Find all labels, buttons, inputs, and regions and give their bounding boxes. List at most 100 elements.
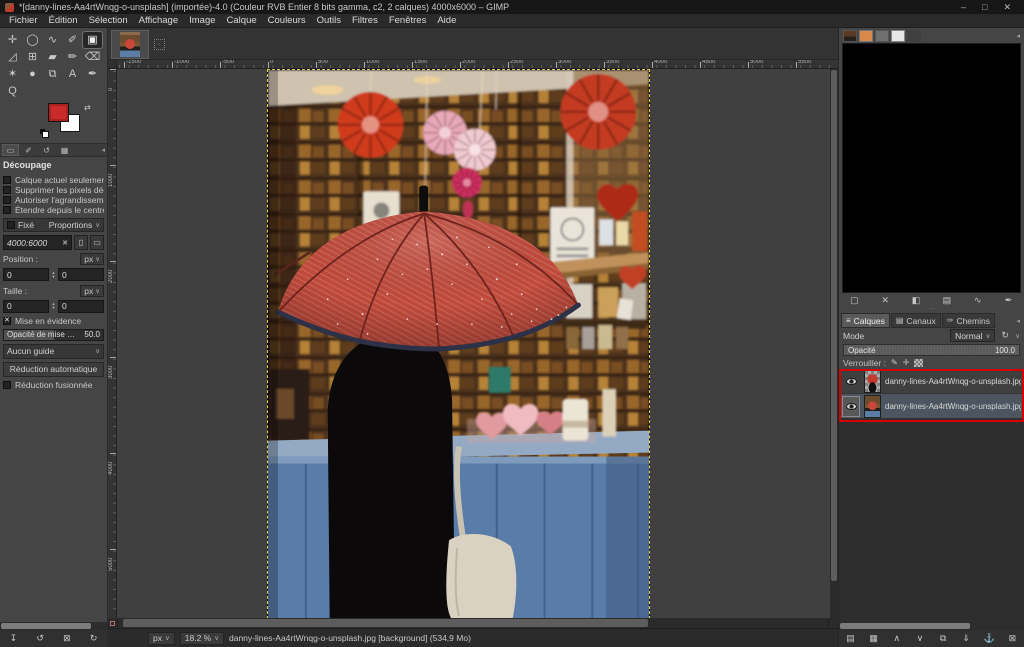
new-group-button[interactable]: ▦ [867,634,881,643]
dock-tab-pattern[interactable] [859,30,873,42]
menu-item-filtres[interactable]: Filtres [347,15,383,26]
foreground-color-swatch[interactable] [48,103,69,122]
menu-item-calque[interactable]: Calque [222,15,262,26]
checkbox-supprimer-les-pixels-de-coupe-s[interactable] [3,186,11,194]
size-x-input[interactable]: 0 [3,300,49,313]
visibility-cell[interactable] [842,371,860,392]
highlight-opacity-slider[interactable]: Opacité de mise en ... 50.0 [3,329,104,341]
layer-opacity-slider[interactable]: Opacité 100.0 [843,344,1020,356]
ink-tool[interactable]: ✒ [83,66,102,82]
crop-tool[interactable]: ▣ [83,32,102,48]
position-unit-combo[interactable]: px ∨ [80,253,104,265]
fixed-ratio-combo[interactable]: Fixé Proportions ∨ [3,218,104,232]
zoom-tool[interactable]: Q [3,83,22,99]
close-button[interactable]: ✕ [1003,2,1011,13]
menu-item-affichage[interactable]: Affichage [134,15,183,26]
airbrush-tool[interactable]: ✶ [3,66,22,82]
duplicate-layer-button[interactable]: ⧉ [936,634,950,643]
spinner-icon[interactable]: ▴▾ [50,302,57,310]
menu-item-outils[interactable]: Outils [312,15,346,26]
bucket-fill-tool[interactable]: ▰ [43,49,62,65]
shear-tool[interactable]: ◿ [3,49,22,65]
images-tab[interactable]: ▦ [56,144,73,156]
vertical-scrollbar[interactable] [830,69,838,618]
delete-tool-preset-button[interactable]: ⊠ [60,634,74,643]
select-all-button[interactable]: ▢ [847,296,861,305]
dock-menu-icon[interactable]: ◂ [1016,317,1022,325]
menu-item-fene-tres[interactable]: Fenêtres [384,15,432,26]
layer-row[interactable]: danny-lines-Aa4rtWnqg-o-unsplash.jpg [fo… [839,369,1024,394]
canvas-viewport[interactable] [117,69,830,618]
invert-selection-button[interactable]: ◧ [909,296,923,305]
menu-item-aide[interactable]: Aide [432,15,461,26]
chevron-down-icon[interactable]: ∨ [1015,332,1020,340]
navigation-button[interactable] [828,618,838,628]
eye-icon[interactable] [846,403,857,410]
fixed-checkbox[interactable] [7,221,15,229]
device-status-tab[interactable]: ✐ [20,144,37,156]
horizontal-ruler[interactable]: -1500-1000-50005001000150020002500300035… [117,60,838,69]
dock-menu-icon[interactable]: ◂ [1016,32,1020,40]
dockable-drop-target-icon[interactable]: ◦ [154,39,165,50]
ruler-corner[interactable] [108,60,117,69]
menu-item-se-lection[interactable]: Sélection [84,15,133,26]
lock-position-icon[interactable]: ✛ [903,358,910,367]
checkbox-autoriser-l-agrandissement[interactable] [3,196,11,204]
horizontal-scrollbar[interactable] [118,618,828,628]
portrait-orientation-button[interactable]: ▯ [74,235,88,249]
image-tab[interactable] [111,30,149,59]
default-colors-icon[interactable] [40,129,49,138]
new-layer-button[interactable]: ▤ [844,634,858,643]
dock-tab-document[interactable] [891,30,905,42]
shrink-merged-checkbox[interactable] [3,381,11,389]
pencil-tool[interactable]: ✏ [63,49,82,65]
ratio-input[interactable]: 4000:6000 ✖ [3,235,72,249]
raise-layer-button[interactable]: ∧ [890,634,904,643]
lock-pixels-icon[interactable]: ✎ [891,358,898,367]
unified-transform-tool[interactable]: ⊞ [23,49,42,65]
stroke-selection-button[interactable]: ✒ [1002,296,1016,305]
dock-tab-gradient[interactable] [875,30,889,42]
menu-item-image[interactable]: Image [184,15,220,26]
dock-tab-image-thumbnail[interactable] [843,30,857,42]
mode-switch-button[interactable]: ↻ [998,331,1012,340]
lower-layer-button[interactable]: ∨ [913,634,927,643]
menu-item-couleurs[interactable]: Couleurs [263,15,311,26]
zoom-combo[interactable]: 18.2 % ∨ [180,632,224,645]
layer-row[interactable]: danny-lines-Aa4rtWnqg-o-unsplash.jpg [ba… [839,394,1024,419]
dock-menu-icon[interactable]: ◂ [101,146,105,154]
tab-canaux[interactable]: ▤Canaux [891,313,941,328]
blur-tool[interactable]: ● [23,66,42,82]
eraser-tool[interactable]: ⌫ [83,49,102,65]
minimize-button[interactable]: – [961,2,966,13]
select-none-button[interactable]: ✕ [878,296,892,305]
maximize-button[interactable]: □ [982,2,987,13]
spinner-icon[interactable]: ▴▾ [50,271,57,279]
visibility-cell[interactable] [842,396,860,417]
mode-combo[interactable]: Normal ∨ [950,329,995,342]
position-x-input[interactable]: 0 [3,268,49,281]
tab-chemins[interactable]: ✑Chemins [942,313,995,328]
layers-scrollbar[interactable] [839,622,1024,630]
unit-combo[interactable]: px ∨ [148,632,175,645]
delete-layer-button[interactable]: ⊠ [1005,634,1019,643]
menu-item-e-dition[interactable]: Édition [44,15,83,26]
vertical-ruler[interactable]: 010002000300040005000 [108,69,117,618]
position-y-input[interactable]: 0 [58,268,104,281]
quick-mask-toggle[interactable] [108,618,118,628]
tool-options-scrollbar[interactable] [0,622,107,630]
restore-tool-preset-button[interactable]: ↺ [33,634,47,643]
clear-icon[interactable]: ✖ [62,239,68,247]
eye-icon[interactable] [846,378,857,385]
free-select-tool[interactable]: ∿ [43,32,62,48]
tool-options-tab[interactable]: ▭ [2,144,19,156]
reset-tool-options-button[interactable]: ↻ [87,634,101,643]
checkbox-calque-actuel-seulement[interactable] [3,176,11,184]
undo-history-tab[interactable]: ↺ [38,144,55,156]
save-tool-preset-button[interactable]: ↧ [6,634,20,643]
merge-layer-button[interactable]: ⇓ [959,634,973,643]
canvas-image[interactable] [267,69,650,618]
guides-combo[interactable]: Aucun guide ∨ [3,344,104,358]
dock-tab-empty[interactable] [907,30,921,42]
swap-colors-icon[interactable]: ⇄ [84,103,91,112]
